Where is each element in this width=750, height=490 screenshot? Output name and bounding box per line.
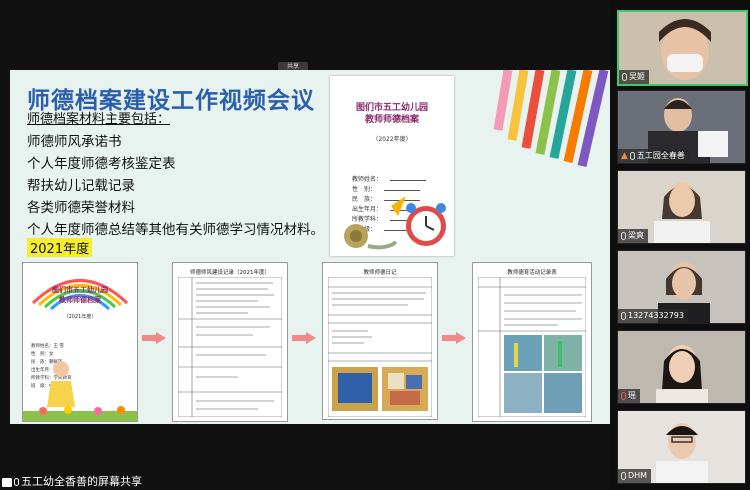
mic-icon — [621, 312, 626, 320]
participant-tile[interactable]: 梁爽 — [617, 170, 746, 244]
flow-diary-title: 教师师德日记 — [363, 270, 397, 276]
participant-name-bar: 瑶 — [618, 389, 640, 403]
record-table — [178, 277, 282, 417]
archive-cover: 图们市五工幼儿园 教师师德档案 （2022年度） 教师姓名： 性 别： 民 族：… — [330, 76, 454, 256]
participant-gallery: 吴姬 ▲ 五工园全春善 梁爽 13274332793 瑶 DHM — [612, 0, 750, 490]
mic-icon — [621, 472, 626, 480]
flower-strip — [23, 406, 137, 421]
slide-intro: 师德档案材料主要包括： — [27, 112, 171, 127]
arrow-right-icon — [142, 332, 166, 344]
flow-cover-title1: 图们市五工幼儿园 — [52, 286, 108, 294]
diary-table — [328, 277, 432, 417]
screen-share-icon — [2, 477, 12, 487]
year-label: 2021年度 — [27, 238, 93, 257]
participant-tile[interactable]: ▲ 五工园全春善 — [617, 90, 746, 164]
arrow-right-icon — [292, 332, 316, 344]
slide-item: 个人年度师德总结等其他有关师德学习情况材料。 — [27, 222, 324, 238]
mic-muted-icon — [621, 392, 626, 400]
presentation-slide: 师德档案建设工作视频会议 师德档案材料主要包括： 师德师风承诺书 个人年度师德考… — [10, 70, 610, 424]
flow-cover-year: （2021年度） — [63, 314, 97, 320]
participant-name-bar: 梁爽 — [618, 229, 648, 243]
flow-doc-activity: 教师德育活动记录表 — [472, 262, 592, 422]
flow-record-title: 师德师风建设记录（2021年度） — [190, 270, 270, 276]
cover-year: （2022年度） — [372, 136, 412, 143]
slide-item: 帮扶幼儿记载记录 — [27, 178, 135, 194]
flow-doc-cover: 图们市五工幼儿园 教师师德档案 （2021年度） 教师姓名：王 雪性 别：女民 … — [22, 262, 138, 422]
participant-tile[interactable]: DHM — [617, 410, 746, 484]
cover-field: 性 别： — [352, 184, 421, 193]
participant-tile[interactable]: 瑶 — [617, 330, 746, 404]
flow-doc-diary: 教师师德日记 — [322, 262, 438, 420]
participant-name-bar: ▲ 五工园全春善 — [618, 149, 689, 163]
clock-snail-illustration — [344, 196, 446, 250]
colored-pencils-decoration — [493, 70, 609, 168]
arrow-right-icon — [442, 332, 466, 344]
flow-activity-title: 教师德育活动记录表 — [507, 270, 557, 276]
cover-field: 教师姓名： — [352, 174, 427, 183]
slide-item: 个人年度师德考核鉴定表 — [27, 156, 176, 172]
screen-share-text: 五工幼全香善的屏幕共享 — [21, 475, 142, 488]
cover-title-line2: 教师师德档案 — [364, 115, 419, 125]
screen-share-area: 共享 师德档案建设工作视频会议 师德档案材料主要包括： 师德师风承诺书 个人年度… — [0, 0, 610, 490]
mic-icon — [621, 232, 626, 240]
screen-share-label: 五工幼全香善的屏幕共享 — [0, 474, 142, 490]
participant-tile[interactable]: 吴姬 — [617, 10, 748, 86]
mic-icon — [629, 152, 635, 160]
mic-icon — [14, 478, 19, 486]
slide-item: 师德师风承诺书 — [27, 134, 122, 150]
activity-table — [478, 277, 586, 417]
host-icon: ▲ — [621, 151, 628, 161]
mic-icon — [622, 73, 627, 81]
flow-cover-title2: 教师师德档案 — [59, 296, 101, 304]
participant-name-bar: 吴姬 — [619, 70, 649, 84]
participant-name-bar: DHM — [618, 469, 652, 483]
participant-name-bar: 13274332793 — [618, 309, 688, 323]
participant-tile[interactable]: 13274332793 — [617, 250, 746, 324]
slide-item: 各类师德荣誉材料 — [27, 200, 135, 216]
flow-doc-record: 师德师风建设记录（2021年度） — [172, 262, 288, 422]
